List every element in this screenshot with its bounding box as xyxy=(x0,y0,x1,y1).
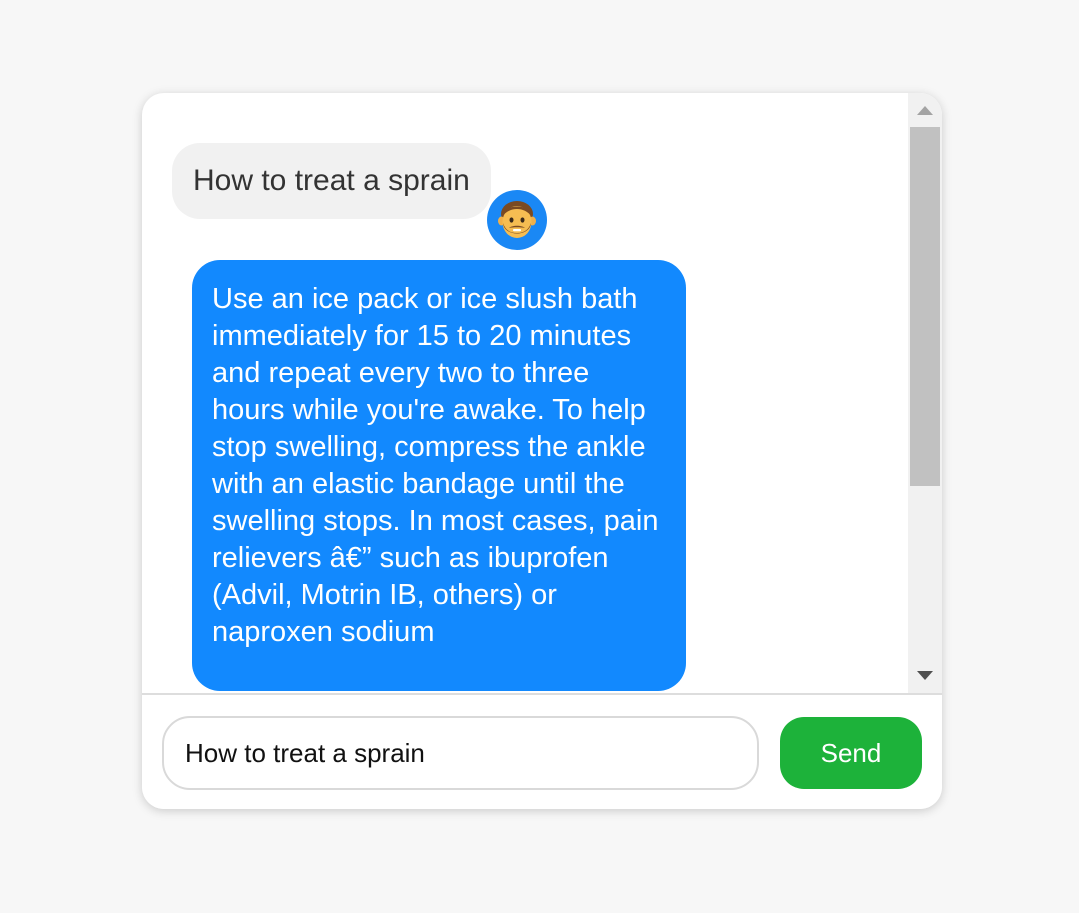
scroll-up-arrow-icon[interactable] xyxy=(917,106,933,115)
man-face-emoji-icon xyxy=(498,201,536,238)
message-input[interactable] xyxy=(162,716,759,790)
chat-window: How to treat a sprain Use an ice pack or… xyxy=(142,93,942,809)
user-message-bubble: How to treat a sprain xyxy=(172,143,491,219)
composer-bar: Send xyxy=(142,693,942,809)
user-avatar xyxy=(487,190,547,250)
send-button[interactable]: Send xyxy=(780,717,922,789)
bot-message-bubble: Use an ice pack or ice slush bath immedi… xyxy=(192,260,686,691)
message-list[interactable]: How to treat a sprain Use an ice pack or… xyxy=(142,93,908,693)
scroll-down-arrow-icon[interactable] xyxy=(917,671,933,680)
scrollbar-thumb[interactable] xyxy=(910,127,940,486)
messages-scrollbar[interactable] xyxy=(908,93,942,693)
